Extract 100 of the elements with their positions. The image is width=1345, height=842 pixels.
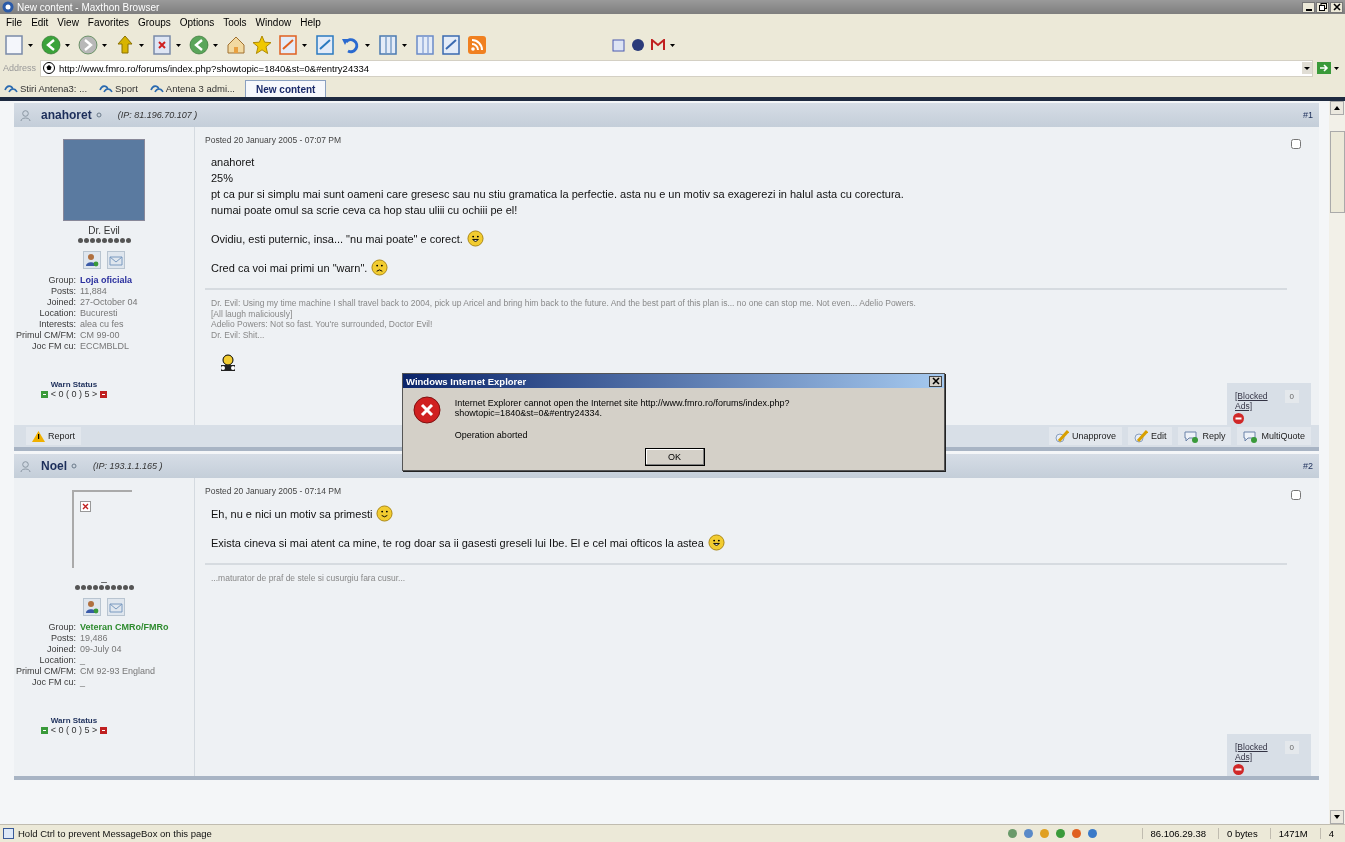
profile-label: Posts: — [50, 633, 76, 644]
caret-icon[interactable] — [302, 43, 307, 47]
address-field[interactable]: http://www.fmro.ro/forums/index.php?showtopic=1840&st=0&#entry24334 — [40, 59, 1313, 77]
speech-bubble-icon — [1184, 429, 1200, 443]
signature-text: Adelio Powers: Not so fast. You're surrounded, Doctor Evil! — [211, 319, 434, 330]
ball-icon — [43, 62, 56, 74]
browser-tab[interactable]: Antena 3 admi... — [147, 80, 243, 97]
profile-label: Location: — [38, 308, 76, 319]
caret-icon[interactable] — [65, 43, 70, 47]
menu-item[interactable]: Window — [252, 17, 298, 28]
rss-icon[interactable] — [466, 34, 488, 56]
post-number[interactable]: #1 — [1303, 110, 1313, 120]
tray-icon[interactable] — [1054, 828, 1066, 839]
post-text: 25% — [211, 172, 234, 184]
restore-button[interactable] — [1316, 1, 1329, 13]
menu-item[interactable]: View — [54, 17, 85, 28]
select-checkbox[interactable] — [1291, 139, 1301, 149]
minimize-button[interactable] — [1302, 1, 1315, 13]
blocked-ads-link[interactable]: [Blocked Ads] — [1235, 742, 1275, 762]
caret-icon[interactable] — [365, 43, 370, 47]
status-bytes: 0 bytes — [1218, 828, 1266, 839]
menu-item[interactable]: File — [3, 17, 29, 28]
browser-tab[interactable]: Stiri Antena3: ... — [2, 80, 96, 97]
mail-icon[interactable] — [651, 39, 665, 51]
minus-circle-icon[interactable] — [1233, 764, 1244, 775]
restore-icon — [1318, 3, 1327, 11]
caret-icon[interactable] — [28, 43, 33, 47]
dropdown-icon[interactable] — [1302, 62, 1312, 74]
add-contact-icon[interactable] — [83, 251, 101, 269]
profile-value: CM 92-93 England — [80, 666, 157, 677]
menu-item[interactable]: Edit — [28, 17, 55, 28]
status-ip: 86.106.29.38 — [1141, 828, 1214, 839]
broken-image-icon — [79, 501, 91, 512]
window-title: New content - Maxthon Browser — [17, 1, 160, 13]
post-number[interactable]: #2 — [1303, 461, 1313, 471]
menu-item[interactable]: Options — [176, 17, 221, 28]
menu-item[interactable]: Help — [297, 17, 327, 28]
profile-value: alea cu fes — [80, 319, 125, 330]
ok-button[interactable]: OK — [644, 448, 705, 466]
group-link[interactable]: Loja oficiala — [80, 275, 176, 286]
tray-icon[interactable] — [1006, 828, 1018, 839]
back-icon[interactable] — [40, 34, 62, 56]
warn-status-label: Warn Status — [50, 380, 98, 389]
group-link[interactable]: Veteran CMRo/FMRo — [80, 622, 176, 633]
minus-circle-icon[interactable] — [1233, 413, 1244, 424]
stop-icon[interactable] — [151, 34, 173, 56]
close-button[interactable] — [929, 375, 942, 387]
ad-count: 0 — [1284, 741, 1299, 754]
go-arrow-icon[interactable] — [1317, 62, 1331, 74]
menu-item[interactable]: Groups — [135, 17, 177, 28]
scrollbar-thumb[interactable] — [1329, 131, 1345, 213]
close-icon — [931, 377, 940, 385]
blocked-ads-link[interactable]: [Blocked Ads] — [1235, 391, 1275, 411]
profile-value: 27-October 04 — [80, 297, 139, 308]
edit-button[interactable]: Unapprove — [1048, 427, 1122, 445]
home-icon[interactable] — [225, 34, 247, 56]
caret-icon[interactable] — [176, 43, 181, 47]
select-checkbox[interactable] — [1291, 490, 1301, 500]
post-text: Exista cineva si mai atent ca mine, te rog doar sa ii gasesti greseli lui Ibe. El e cel mai ofticos la astea — [211, 536, 704, 549]
pencil-icon — [1133, 429, 1148, 443]
tray-icon[interactable] — [1070, 828, 1082, 839]
edit-button[interactable]: Edit — [1127, 427, 1173, 445]
menu-item[interactable]: Favorites — [84, 17, 135, 28]
reply-button[interactable]: Reply — [1178, 427, 1232, 445]
speech-bubble-icon — [1243, 429, 1259, 443]
caret-icon[interactable] — [1334, 66, 1339, 70]
profile-label: Group: — [47, 275, 76, 286]
profile-label: Interests: — [38, 319, 76, 330]
close-button[interactable] — [1330, 1, 1343, 13]
menu-item[interactable]: Tools — [220, 17, 253, 28]
tray-icon[interactable] — [1022, 828, 1034, 839]
add-contact-icon[interactable] — [83, 598, 101, 616]
caret-icon[interactable] — [213, 43, 218, 47]
reply-button[interactable]: MultiQuote — [1237, 427, 1311, 445]
small-square-icon[interactable] — [100, 390, 108, 398]
caret-icon[interactable] — [139, 43, 144, 47]
dialog-message: Internet Explorer cannot open the Internet site http://www.fmro.ro/forums/index.php?showtopic=1840&st=0&#entry24334. — [454, 398, 791, 418]
author-name[interactable]: anahoret — [41, 108, 92, 122]
browser-tab[interactable]: New content — [245, 80, 327, 97]
tray-icon[interactable] — [1086, 828, 1098, 839]
scroll-down-icon[interactable] — [1330, 810, 1344, 824]
signature-text: Dr. Evil: Shit... — [211, 329, 266, 340]
warn-level: < 0 ( 0 ) 5 > — [50, 389, 98, 399]
caret-icon[interactable] — [402, 43, 407, 47]
caret-icon[interactable] — [102, 43, 107, 47]
profile-label: Location: — [38, 655, 76, 666]
profile-value: 19,486 — [80, 633, 109, 644]
small-square-icon[interactable] — [40, 390, 48, 398]
star-icon[interactable] — [251, 34, 273, 56]
report-button[interactable]: Report — [26, 427, 81, 445]
author-name[interactable]: Noel — [41, 459, 67, 473]
scroll-up-icon[interactable] — [1330, 101, 1344, 115]
browser-tab[interactable]: Sport — [97, 80, 146, 97]
error-icon — [413, 396, 441, 424]
small-square-icon[interactable] — [100, 726, 108, 734]
small-square-icon[interactable] — [40, 726, 48, 734]
pencil-icon — [1054, 429, 1069, 443]
address-label: Address — [3, 63, 37, 73]
caret-icon[interactable] — [670, 43, 675, 47]
post-date: Posted 20 January 2005 - 07:07 PM — [205, 135, 342, 145]
